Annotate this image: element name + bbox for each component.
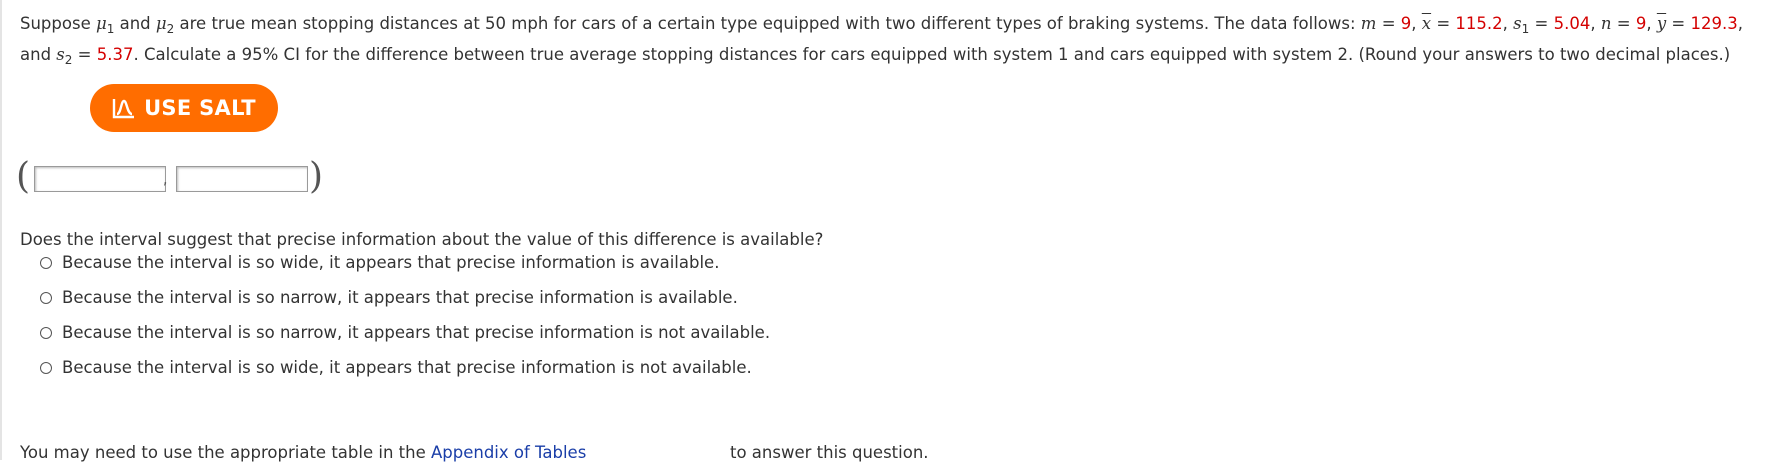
option-label: Because the interval is so wide, it appe… (62, 253, 720, 272)
question-prompt: Does the interval suggest that precise i… (20, 230, 824, 249)
use-salt-button[interactable]: USE SALT (90, 84, 278, 132)
s2-value: 5.37 (96, 45, 134, 64)
salt-chart-icon (112, 97, 136, 119)
radio-button[interactable] (40, 361, 52, 374)
appendix-of-tables-link[interactable]: Appendix of Tables (431, 443, 586, 462)
close-paren: ) (309, 156, 324, 197)
radio-button[interactable] (40, 291, 52, 304)
option-label: Because the interval is so narrow, it ap… (62, 288, 738, 307)
m-value: 9 (1400, 14, 1412, 33)
mu-symbol: μ (95, 14, 107, 33)
radio-button[interactable] (40, 256, 52, 269)
left-rule (0, 0, 2, 460)
s1-value: 5.04 (1553, 14, 1591, 33)
ci-upper-input[interactable] (176, 166, 308, 192)
option-label: Because the interval is so wide, it appe… (62, 358, 752, 377)
radio-button[interactable] (40, 326, 52, 339)
option-narrow-not-available[interactable]: Because the interval is so narrow, it ap… (40, 323, 770, 342)
n-value: 9 (1635, 14, 1647, 33)
option-wide-available[interactable]: Because the interval is so wide, it appe… (40, 253, 719, 272)
open-paren: ( (16, 156, 31, 197)
ci-lower-input[interactable] (34, 166, 166, 192)
use-salt-label: USE SALT (144, 96, 256, 120)
footer-note: You may need to use the appropriate tabl… (20, 443, 929, 462)
mu-symbol: μ (155, 14, 167, 33)
question-text: Suppose μ1 and μ2 are true mean stopping… (20, 14, 1743, 67)
ci-separator: , (163, 172, 168, 188)
x-bar-value: 115.2 (1455, 14, 1503, 33)
option-narrow-available[interactable]: Because the interval is so narrow, it ap… (40, 288, 738, 307)
option-label: Because the interval is so narrow, it ap… (62, 323, 771, 342)
option-wide-not-available[interactable]: Because the interval is so wide, it appe… (40, 358, 752, 377)
y-bar-value: 129.3 (1690, 14, 1738, 33)
